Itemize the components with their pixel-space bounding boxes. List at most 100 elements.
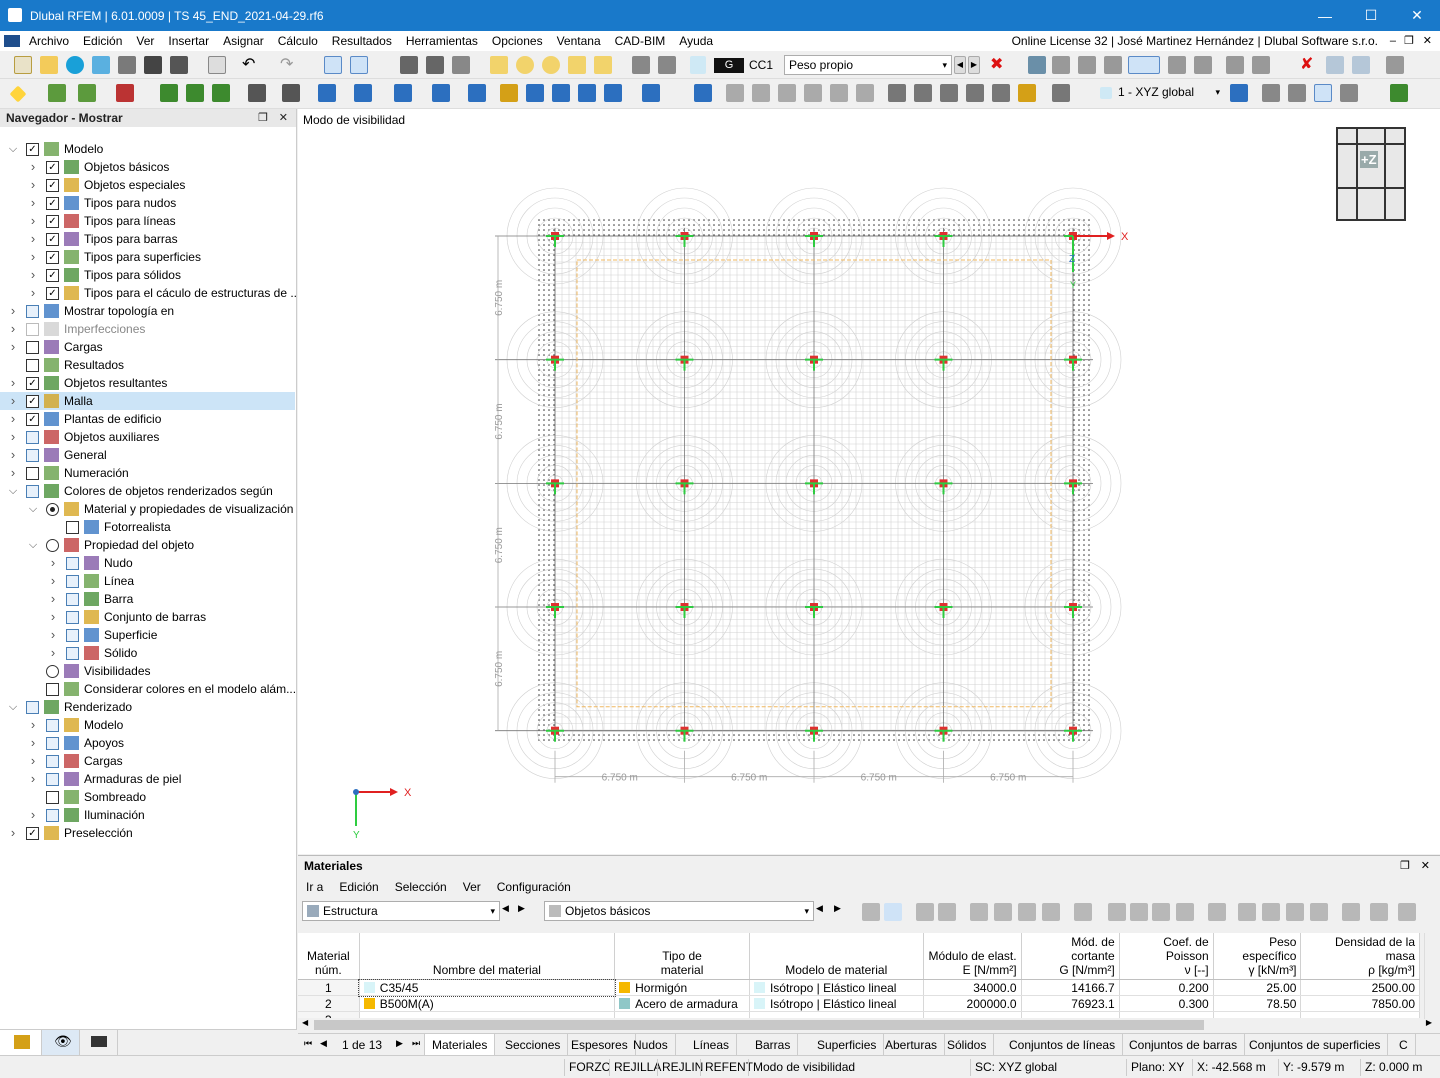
print-icon[interactable] [170, 56, 188, 74]
nav-checkbox[interactable]: ✓ [26, 413, 39, 426]
expand-chevron-icon[interactable]: › [28, 248, 38, 266]
nav-radio[interactable] [46, 503, 59, 516]
menu-edicion[interactable]: Edición [76, 31, 129, 51]
table-tool-icon[interactable] [1310, 903, 1328, 921]
nav-checkbox[interactable] [46, 773, 59, 786]
multi-line-icon[interactable] [78, 84, 96, 102]
console-icon[interactable] [426, 56, 444, 74]
hatch-icon[interactable] [778, 84, 796, 102]
nav-item[interactable]: › ✓ Tipos para superficies [0, 248, 295, 266]
model-check-icon[interactable] [490, 56, 508, 74]
nav-item[interactable]: › Iluminación [0, 806, 295, 824]
open-folder-icon[interactable] [40, 56, 58, 74]
nav-item[interactable]: › Superficie [0, 626, 295, 644]
table-cell[interactable]: 7850.00 [1300, 995, 1420, 1012]
mat-menu-seleccion[interactable]: Selección [387, 880, 455, 898]
expand-chevron-icon[interactable]: › [48, 554, 58, 572]
nav-checkbox[interactable] [66, 557, 79, 570]
nav-checkbox[interactable]: ✓ [46, 197, 59, 210]
last-page-icon[interactable]: ⏭ [412, 1038, 420, 1049]
nav-checkbox[interactable]: ✓ [26, 395, 39, 408]
nav-item[interactable]: › Nudo [0, 554, 295, 572]
table-tool-icon[interactable] [1262, 903, 1280, 921]
nav-radio[interactable] [46, 665, 59, 678]
nav-checkbox[interactable] [46, 737, 59, 750]
menu-ver[interactable]: Ver [129, 31, 161, 51]
boxes-icon[interactable] [1352, 56, 1370, 74]
column-header[interactable]: Peso específico γ [kN/m³] [1213, 933, 1302, 980]
target-icon[interactable] [542, 56, 560, 74]
tab-data[interactable] [0, 1030, 42, 1055]
menu-archivo[interactable]: Archivo [22, 31, 76, 51]
object-snap-icon[interactable] [1314, 84, 1332, 102]
expand-chevron-icon[interactable]: › [28, 176, 38, 194]
expand-chevron-icon[interactable]: › [48, 608, 58, 626]
cloud-icon[interactable] [66, 56, 84, 74]
nav-item[interactable]: › Numeración [0, 464, 295, 482]
collapse-chevron-icon[interactable]: ⌵ [8, 140, 18, 158]
table-tab[interactable]: Conjuntos de barras [1122, 1034, 1246, 1056]
collapse-chevron-icon[interactable]: ⌵ [8, 698, 18, 716]
guideline-icon[interactable] [1052, 84, 1070, 102]
expand-chevron-icon[interactable]: › [28, 716, 38, 734]
table-tool-icon[interactable] [938, 903, 956, 921]
nav-item[interactable]: ⌵ ✓ Modelo [0, 140, 295, 158]
result-values-icon[interactable] [1194, 56, 1212, 74]
snap-grid-icon[interactable] [1288, 84, 1306, 102]
expand-chevron-icon[interactable]: › [8, 428, 18, 446]
nav-item[interactable]: › Conjunto de barras [0, 608, 295, 626]
web-service-icon[interactable] [92, 56, 110, 74]
measure-icon[interactable] [694, 84, 712, 102]
nav-checkbox[interactable]: ✓ [46, 251, 59, 264]
nav-item[interactable]: Sombreado [0, 788, 295, 806]
script-icon[interactable] [400, 56, 418, 74]
new-cs-icon[interactable] [1230, 84, 1248, 102]
nav-checkbox[interactable] [26, 485, 39, 498]
tab-views[interactable] [80, 1030, 118, 1055]
table-cell[interactable]: 200000.0 [923, 995, 1022, 1012]
expand-chevron-icon[interactable]: › [28, 806, 38, 824]
line-tool-icon[interactable] [48, 84, 66, 102]
nav-checkbox[interactable] [46, 809, 59, 822]
close-table-icon[interactable]: ✕ [1421, 859, 1430, 872]
display-mode-icon[interactable] [1128, 56, 1160, 74]
nav-item[interactable]: Visibilidades [0, 662, 295, 680]
nav-checkbox[interactable]: ✓ [46, 287, 59, 300]
table-tool-icon[interactable] [1370, 903, 1388, 921]
table-hscroll[interactable]: ◀ ▶ [298, 1018, 1432, 1032]
table-cell[interactable]: B500M(A) [359, 995, 616, 1012]
column-header[interactable]: Módulo de elast. E [N/mm²] [923, 933, 1022, 980]
float-table-icon[interactable]: ❐ [1400, 859, 1410, 872]
prev-case-icon[interactable]: ◀ [954, 56, 966, 74]
nav-checkbox[interactable]: ✓ [26, 377, 39, 390]
nav-checkbox[interactable]: ✓ [26, 143, 39, 156]
nav-item[interactable]: ⌵ Colores de objetos renderizados según [0, 482, 295, 500]
maximize-button[interactable]: ☐ [1348, 0, 1394, 31]
new-file-icon[interactable] [14, 56, 32, 74]
align-right-icon[interactable] [940, 84, 958, 102]
column-header[interactable]: Densidad de la masa ρ [kg/m³] [1300, 933, 1420, 980]
nav-item[interactable]: › Apoyos [0, 734, 295, 752]
coord-system-select[interactable]: 1 - XYZ global ▾ [1114, 83, 1224, 103]
column-header[interactable]: Mód. de cortante G [N/mm²] [1021, 933, 1120, 980]
table-cell[interactable]: 0.200 [1119, 979, 1214, 996]
nav-item[interactable]: Resultados [0, 356, 295, 374]
hinge-icon[interactable] [856, 84, 874, 102]
nav-item[interactable]: › ✓ Malla [0, 392, 295, 410]
grid-icon[interactable] [1262, 84, 1280, 102]
collapse-chevron-icon[interactable]: ⌵ [28, 500, 38, 518]
menu-cad-bim[interactable]: CAD-BIM [608, 31, 673, 51]
coord-icon[interactable] [282, 84, 300, 102]
nav-checkbox[interactable] [66, 629, 79, 642]
expand-chevron-icon[interactable]: › [48, 626, 58, 644]
table-tab[interactable]: Conjuntos de líneas [1002, 1034, 1124, 1056]
calculate-all-icon[interactable] [658, 56, 676, 74]
table-cell[interactable]: 25.00 [1213, 979, 1302, 996]
nav-item[interactable]: › ✓ Tipos para líneas [0, 212, 295, 230]
table-cell[interactable]: 78.50 [1213, 995, 1302, 1012]
scroll-right-icon[interactable]: ▶ [1426, 1018, 1432, 1027]
copy-icon[interactable] [468, 84, 486, 102]
table-tool-icon[interactable] [862, 903, 880, 921]
curve-icon[interactable] [752, 84, 770, 102]
table-tool-icon[interactable] [1130, 903, 1148, 921]
